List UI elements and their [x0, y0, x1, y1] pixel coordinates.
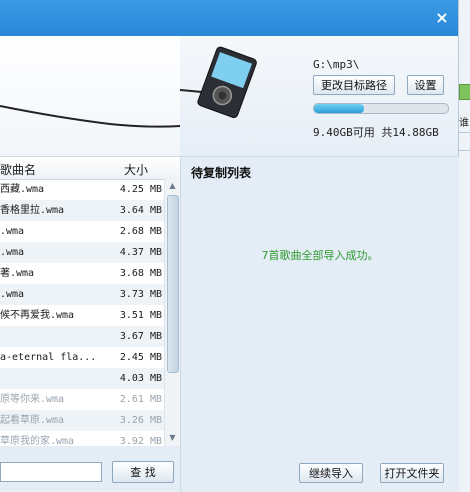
table-row[interactable]: 著.wma 3.68 MB — [0, 263, 164, 284]
song-name: 草原我的家.wma — [0, 436, 75, 447]
table-row[interactable]: .wma 3.73 MB — [0, 284, 164, 305]
cable-graphic — [0, 105, 180, 128]
song-size: 4.25 MB — [119, 184, 162, 195]
song-name: 候不再爱我.wma — [0, 310, 75, 321]
song-size: 3.26 MB — [119, 415, 162, 426]
column-header-size[interactable]: 大小 — [124, 161, 148, 178]
storage-progress-fill — [314, 104, 364, 113]
table-row[interactable]: 起看草原.wma 3.26 MB — [0, 410, 164, 431]
table-row[interactable]: 香格里拉.wma 3.64 MB — [0, 200, 164, 221]
table-row[interactable]: 西藏.wma 4.25 MB — [0, 179, 164, 200]
song-name: 起看草原.wma — [0, 415, 65, 426]
song-name: 香格里拉.wma — [0, 205, 65, 216]
open-folder-button[interactable]: 打开文件夹 — [380, 463, 444, 483]
song-name: .wma — [0, 226, 25, 237]
side-divider — [459, 132, 470, 133]
pending-title: 待复制列表 — [191, 166, 252, 180]
song-rows: 西藏.wma 4.25 MB 香格里拉.wma 3.64 MB .wma 2.68 MB.… — [0, 179, 164, 447]
search-button[interactable]: 查 找 — [112, 461, 174, 483]
song-size: 3.64 MB — [119, 205, 162, 216]
search-input[interactable] — [0, 462, 102, 482]
table-row[interactable]: 4.03 MB — [0, 368, 164, 389]
list-scrollbar[interactable]: ▲ ▼ — [164, 179, 180, 447]
storage-info: 9.40GB可用 共14.88GB — [313, 126, 439, 139]
settings-button[interactable]: 设置 — [407, 75, 444, 95]
song-size: 3.68 MB — [119, 268, 162, 279]
song-size: 4.03 MB — [119, 373, 162, 384]
song-size: 2.68 MB — [119, 226, 162, 237]
song-name: 著.wma — [0, 268, 35, 279]
table-row[interactable]: 3.67 MB — [0, 326, 164, 347]
green-badge-icon — [459, 84, 470, 100]
side-text-fragment: 谁 — [459, 118, 469, 129]
import-success-message: 7首歌曲全部导入成功。 — [261, 249, 379, 262]
song-size: 2.61 MB — [119, 394, 162, 405]
table-row[interactable]: 原等你来.wma 2.61 MB — [0, 389, 164, 410]
song-name: a-eternal fla... — [0, 352, 97, 363]
song-size: 4.37 MB — [119, 247, 162, 258]
list-header: 歌曲名 大小 — [0, 157, 180, 180]
storage-progress-bar — [313, 103, 449, 114]
right-edge-panel — [458, 0, 470, 491]
table-row[interactable]: 候不再爱我.wma 3.51 MB — [0, 305, 164, 326]
table-row[interactable]: 草原我的家.wma 3.92 MB — [0, 431, 164, 447]
song-size: 3.73 MB — [119, 289, 162, 300]
song-size: 3.92 MB — [119, 436, 162, 447]
table-row[interactable]: .wma 2.68 MB — [0, 221, 164, 242]
scroll-thumb[interactable] — [167, 195, 179, 373]
device-path: G:\mp3\ — [313, 58, 360, 71]
song-name: 西藏.wma — [0, 184, 45, 195]
table-row[interactable]: a-eternal fla... 2.45 MB — [0, 347, 164, 368]
song-list: 歌曲名 大小 西藏.wma 4.25 MB 香格里拉.wma 3.64 MB .wma 2… — [0, 156, 180, 447]
song-name: .wma — [0, 289, 25, 300]
table-row[interactable]: .wma 4.37 MB — [0, 242, 164, 263]
title-bar — [0, 0, 458, 36]
continue-import-button[interactable]: 继续导入 — [299, 463, 363, 483]
column-header-name[interactable]: 歌曲名 — [0, 161, 36, 178]
song-name: .wma — [0, 247, 25, 258]
song-size: 3.67 MB — [119, 331, 162, 342]
change-target-path-button[interactable]: 更改目标路径 — [313, 75, 395, 95]
banner-left — [0, 36, 180, 156]
song-size: 2.45 MB — [119, 352, 162, 363]
song-size: 3.51 MB — [119, 310, 162, 321]
pending-copy-panel: 待复制列表 7首歌曲全部导入成功。 — [180, 156, 459, 492]
scroll-down-icon[interactable]: ▼ — [165, 431, 180, 445]
scroll-up-icon[interactable]: ▲ — [165, 179, 180, 193]
song-name: 原等你来.wma — [0, 394, 65, 405]
close-icon[interactable]: × — [432, 8, 452, 28]
side-divider — [459, 150, 470, 151]
